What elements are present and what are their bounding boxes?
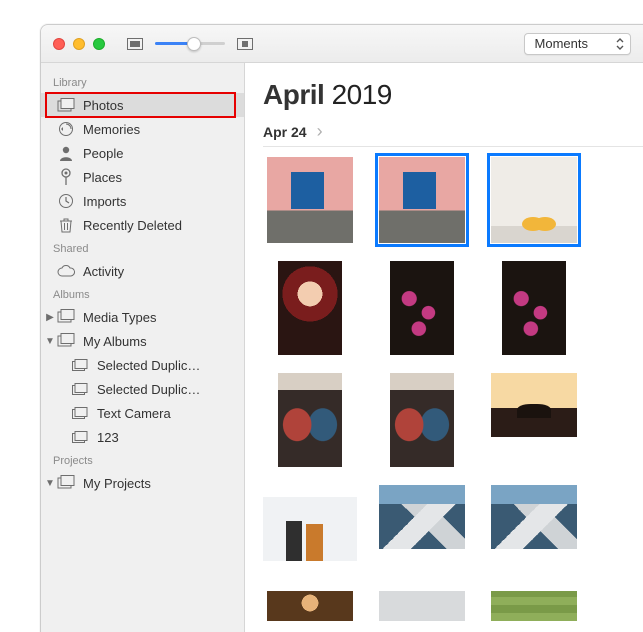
thumbnail-small-icon[interactable] [127,38,143,50]
sidebar-section-albums: Albums [41,283,244,305]
photos-stack-icon [57,98,75,112]
dropdown-chevrons-icon [616,38,624,50]
thumbnail-large-icon[interactable] [237,38,253,50]
window-body: Library Photos Memories People Places Im… [41,63,643,632]
sidebar-item-label: Places [83,170,122,185]
sidebar-item-my-albums[interactable]: ▼ My Albums [41,329,244,353]
sidebar-item-media-types[interactable]: ▶ Media Types [41,305,244,329]
album-icon [57,309,75,326]
photo-thumbnail[interactable] [278,261,342,355]
close-window-button[interactable] [53,38,65,50]
pin-icon [57,168,75,186]
album-icon [71,431,89,443]
main-content: April 2019 Apr 24 › ♡ [245,63,643,632]
photo-thumbnail[interactable] [491,485,577,549]
disclosure-triangle-open-icon[interactable]: ▼ [45,478,55,489]
disclosure-triangle-open-icon[interactable]: ▼ [45,336,55,347]
photo-thumbnail[interactable] [390,261,454,355]
divider [263,146,643,147]
sidebar-item-memories[interactable]: Memories [41,117,244,141]
sidebar-item-photos[interactable]: Photos [41,93,244,117]
sidebar-item-people[interactable]: People [41,141,244,165]
sidebar-item-label: Selected Duplic… [97,382,200,397]
photo-thumbnail[interactable] [263,497,357,561]
title-year: 2019 [332,79,392,110]
photos-app-window: Moments Library Photos Memories People [40,24,643,632]
photo-grid: ♡ [263,157,643,621]
date-label: Apr 24 [263,124,307,140]
disclosure-triangle-closed-icon[interactable]: ▶ [45,312,55,323]
sidebar-item-label: Activity [83,264,124,279]
sidebar-item-my-projects[interactable]: ▼ My Projects [41,471,244,495]
view-mode-dropdown[interactable]: Moments [524,33,631,55]
photo-thumbnail[interactable] [491,157,577,243]
clock-icon [57,193,75,209]
photo-thumbnail[interactable] [379,591,465,621]
sidebar-item-activity[interactable]: Activity [41,259,244,283]
album-icon [71,359,89,371]
sidebar-item-imports[interactable]: Imports [41,189,244,213]
album-icon [57,475,75,492]
sidebar-item-recently-deleted[interactable]: Recently Deleted [41,213,244,237]
photo-thumbnail[interactable] [390,373,454,467]
zoom-slider-knob[interactable] [187,37,201,51]
sidebar-item-label: Text Camera [97,406,171,421]
sidebar-section-projects: Projects [41,449,244,471]
photo-thumbnail[interactable] [491,373,577,437]
sidebar-item-label: 123 [97,430,119,445]
album-icon [71,383,89,395]
sidebar-item-places[interactable]: Places [41,165,244,189]
titlebar: Moments [41,25,643,63]
sidebar-item-label: Recently Deleted [83,218,182,233]
cloud-icon [57,265,75,277]
album-icon [71,407,89,419]
trash-icon [57,217,75,233]
sidebar-album-123[interactable]: 123 [41,425,244,449]
sidebar-item-label: My Projects [83,476,151,491]
sidebar-item-label: Selected Duplic… [97,358,200,373]
zoom-window-button[interactable] [93,38,105,50]
sidebar-item-label: Photos [83,98,123,113]
album-icon [57,333,75,350]
sidebar-section-shared: Shared [41,237,244,259]
photo-thumbnail[interactable] [278,373,342,467]
minimize-window-button[interactable] [73,38,85,50]
view-mode-label: Moments [535,36,588,51]
memories-icon [57,121,75,137]
sidebar-item-label: Imports [83,194,126,209]
page-title: April 2019 [263,79,643,111]
sidebar-album-text-camera[interactable]: Text Camera [41,401,244,425]
sidebar-item-label: My Albums [83,334,147,349]
sidebar-item-label: Media Types [83,310,156,325]
photo-thumbnail[interactable] [267,591,353,621]
sidebar-item-label: People [83,146,123,161]
photo-thumbnail[interactable] [379,157,465,243]
window-controls [53,38,105,50]
sidebar-album-selected-duplicates-1[interactable]: Selected Duplic… [41,353,244,377]
sidebar-section-library: Library [41,71,244,93]
title-month: April [263,79,324,110]
photo-thumbnail[interactable] [267,157,353,243]
photo-thumbnail[interactable] [502,261,566,355]
photo-thumbnail[interactable] [379,485,465,549]
date-header[interactable]: Apr 24 › [263,121,643,142]
photo-thumbnail[interactable] [491,591,577,621]
chevron-right-icon: › [317,121,323,142]
sidebar-album-selected-duplicates-2[interactable]: Selected Duplic… [41,377,244,401]
person-icon [57,145,75,161]
zoom-slider[interactable] [155,42,225,45]
sidebar: Library Photos Memories People Places Im… [41,63,245,632]
sidebar-item-label: Memories [83,122,140,137]
